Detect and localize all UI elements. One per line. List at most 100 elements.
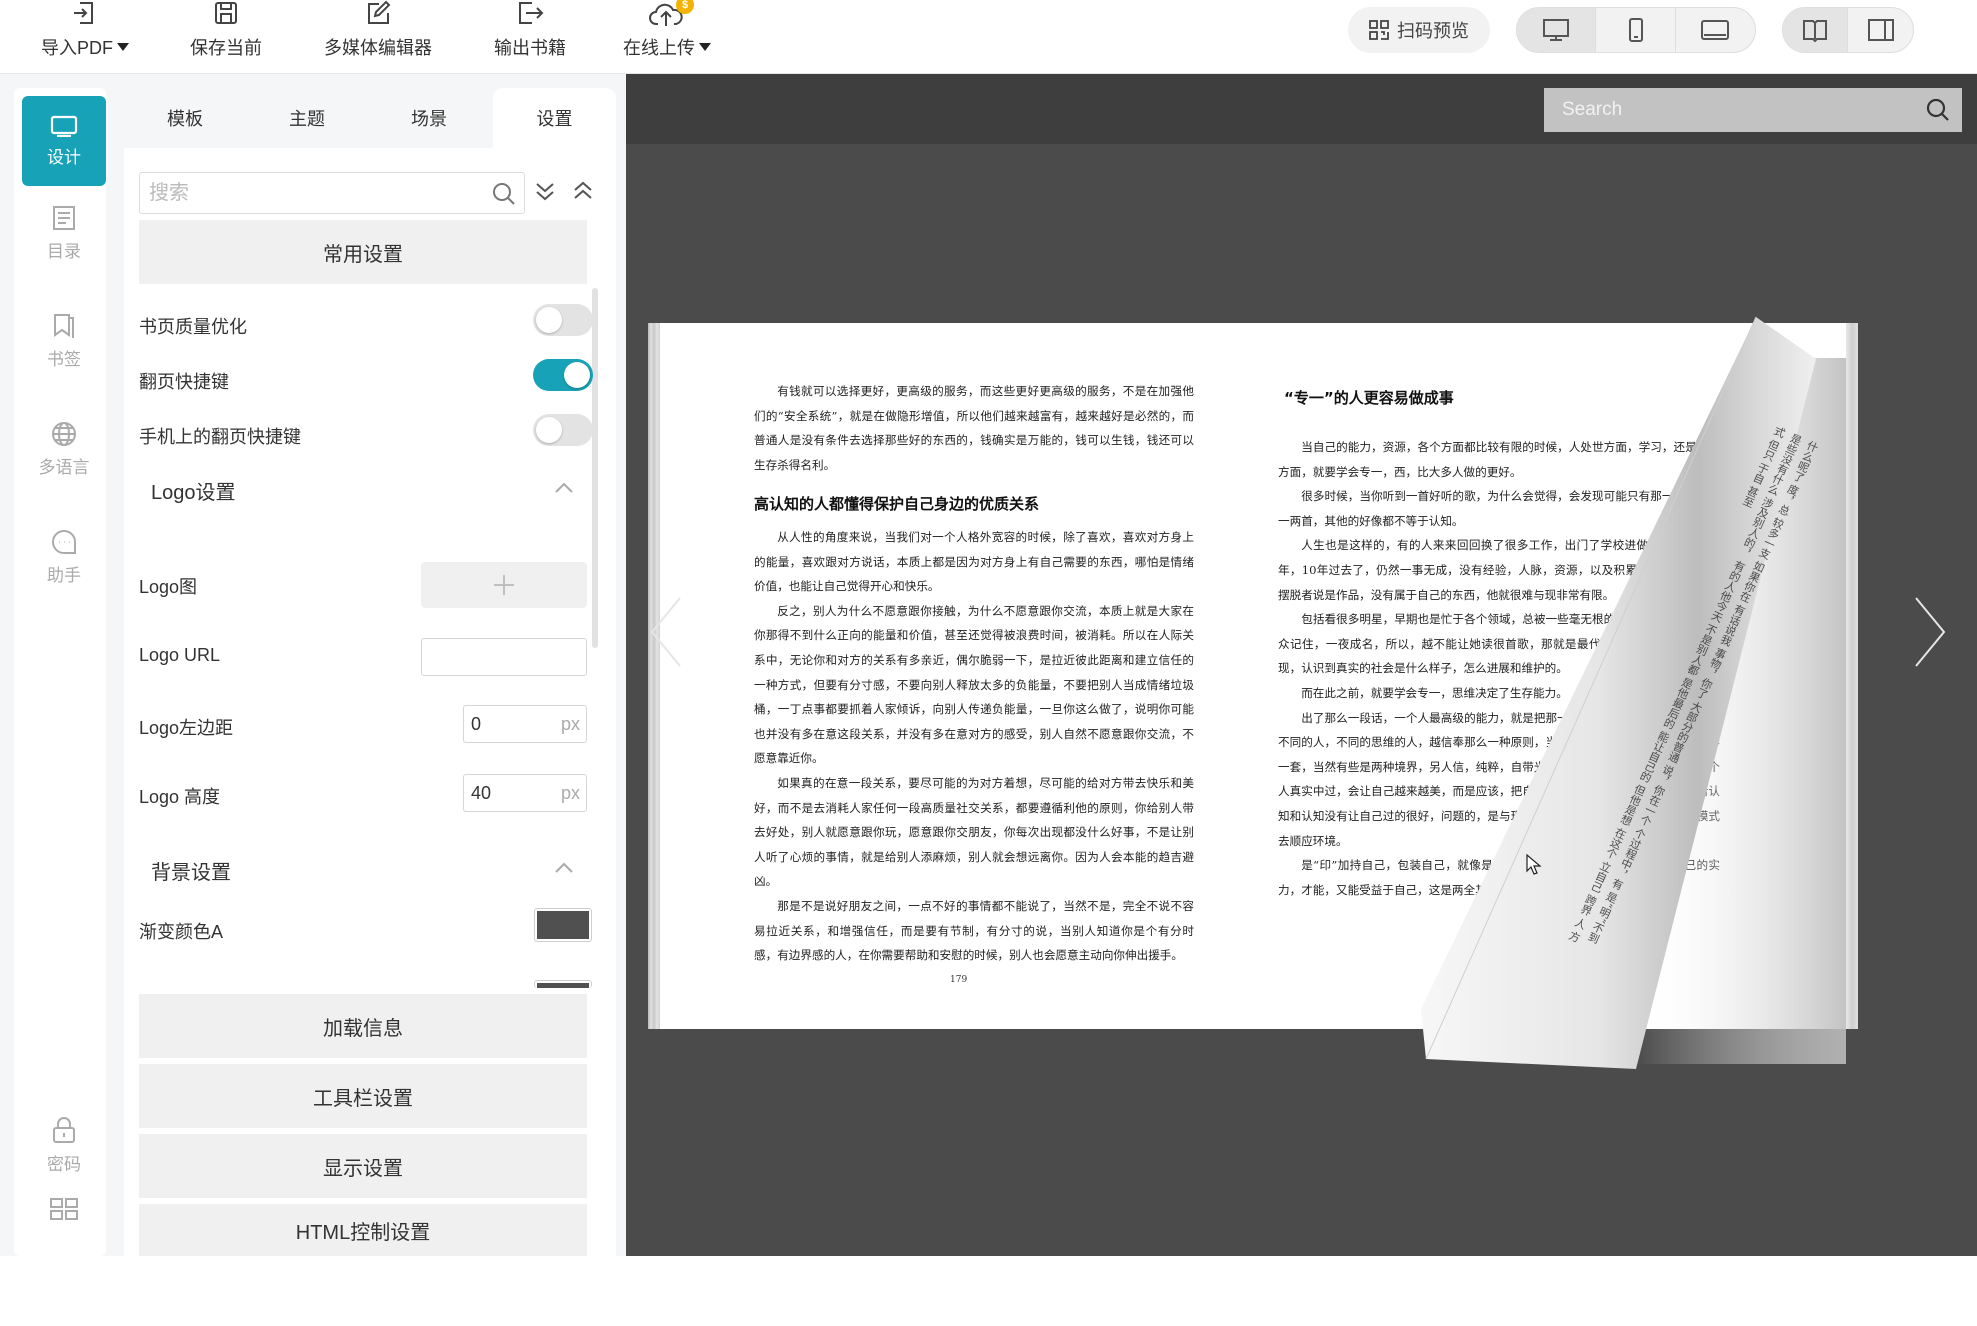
mouse-cursor-icon xyxy=(1526,854,1542,875)
double-page-button[interactable] xyxy=(1783,8,1848,52)
import-pdf-label: 导入PDF xyxy=(41,38,113,58)
bookmark-icon xyxy=(54,313,74,338)
nav-item-password[interactable]: 密码 xyxy=(22,1100,106,1190)
display-settings-button[interactable]: 显示设置 xyxy=(139,1134,587,1198)
nav-item-design[interactable]: 设计 xyxy=(22,96,106,186)
import-pdf-button[interactable]: 导入PDF xyxy=(38,0,132,74)
gradient-a-swatch[interactable] xyxy=(534,908,592,942)
book-open-icon xyxy=(1803,20,1827,43)
multimedia-editor-label: 多媒体编辑器 xyxy=(324,38,432,58)
search-icon[interactable] xyxy=(1926,98,1950,122)
settings-tabs: 模板 主题 场景 设置 xyxy=(124,88,616,148)
save-icon xyxy=(215,2,237,24)
chevron-down-icon xyxy=(117,43,129,51)
plus-icon xyxy=(494,575,514,595)
page-quality-label: 书页质量优化 xyxy=(139,317,247,337)
export-book-label: 输出书籍 xyxy=(494,38,566,58)
nav-item-label: 书签 xyxy=(47,349,81,369)
gradient-a-label: 渐变颜色A xyxy=(139,922,224,942)
grid-icon xyxy=(50,1198,78,1220)
left-page-edges xyxy=(648,323,660,1029)
logo-height-label: Logo 高度 xyxy=(139,787,221,807)
logo-height-input[interactable]: 40 px xyxy=(463,774,587,812)
chat-icon xyxy=(52,529,76,554)
chevron-up-icon[interactable] xyxy=(554,482,574,494)
prev-page-arrow[interactable] xyxy=(648,596,684,668)
gradient-a-color xyxy=(537,911,589,939)
book-preview: 有钱就可以选择更好，更高级的服务，而这些更好更高级的服务，不是在加强他们的“安全… xyxy=(626,74,1977,1256)
next-page-arrow[interactable] xyxy=(1912,596,1948,668)
single-page-icon xyxy=(1867,19,1894,41)
phone-icon xyxy=(1628,18,1643,42)
export-book-button[interactable]: 输出书籍 xyxy=(490,0,570,74)
page-quality-toggle[interactable] xyxy=(533,304,593,336)
nav-item-more[interactable] xyxy=(22,1182,106,1242)
save-current-label: 保存当前 xyxy=(190,38,262,58)
desktop-icon xyxy=(1543,19,1570,41)
unit-label: px xyxy=(560,713,580,734)
scan-preview-label: 扫码预览 xyxy=(1397,21,1469,41)
book-stage: 有钱就可以选择更好，更高级的服务，而这些更好更高级的服务，不是在加强他们的“安全… xyxy=(626,144,1977,1256)
single-page-button[interactable] xyxy=(1848,8,1913,52)
left-body: 从人性的角度来说，当我们对一个人格外宽容的时候，除了喜欢，喜欢对方身上的能量，喜… xyxy=(754,530,1194,963)
collapse-all-icon[interactable] xyxy=(572,180,594,202)
page-number: 179 xyxy=(950,975,968,985)
nav-item-assistant[interactable]: 助手 xyxy=(22,512,106,602)
nav-item-languages[interactable]: 多语言 xyxy=(22,404,106,494)
html-control-settings-button[interactable]: HTML控制设置 xyxy=(139,1204,587,1256)
flip-shortcut-toggle[interactable] xyxy=(533,359,593,391)
right-page-edges xyxy=(1846,323,1858,1029)
nav-item-bookmarks[interactable]: 书签 xyxy=(22,296,106,386)
logo-height-value: 40 xyxy=(471,782,492,803)
export-icon xyxy=(519,2,544,24)
upload-online-label: 在线上传 xyxy=(623,38,695,58)
chevron-down-icon xyxy=(699,43,711,51)
tab-template[interactable]: 模板 xyxy=(124,88,246,148)
tab-scene[interactable]: 场景 xyxy=(368,88,490,148)
device-switcher xyxy=(1516,7,1756,53)
nav-item-contents[interactable]: 目录 xyxy=(22,188,106,278)
gradient-b-color xyxy=(537,983,589,988)
search-icon[interactable] xyxy=(492,182,516,206)
tab-theme[interactable]: 主题 xyxy=(246,88,368,148)
logo-section-title[interactable]: Logo设置 xyxy=(151,476,236,505)
upload-online-button[interactable]: $ 在线上传 xyxy=(620,0,714,74)
background-section-title[interactable]: 背景设置 xyxy=(151,856,231,885)
toolbar-settings-button[interactable]: 工具栏设置 xyxy=(139,1064,587,1128)
save-current-button[interactable]: 保存当前 xyxy=(186,0,266,74)
scan-preview-button[interactable]: 扫码预览 xyxy=(1348,7,1490,53)
flip-shortcut-label: 翻页快捷键 xyxy=(139,372,229,392)
gradient-b-swatch[interactable] xyxy=(534,980,592,988)
expand-all-icon[interactable] xyxy=(534,180,556,202)
logo-image-label: Logo图 xyxy=(139,577,198,597)
loading-info-button[interactable]: 加载信息 xyxy=(139,994,587,1058)
multimedia-editor-button[interactable]: 多媒体编辑器 xyxy=(320,0,436,74)
logo-upload-button[interactable] xyxy=(421,562,587,608)
nav-item-label: 目录 xyxy=(47,241,81,261)
left-heading: 高认知的人都懂得保护自己身边的优质关系 xyxy=(754,495,1040,513)
logo-left-input[interactable]: 0 px xyxy=(463,705,587,743)
qr-code-icon xyxy=(1369,20,1389,40)
toggle-knob xyxy=(564,362,590,388)
chevron-up-icon[interactable] xyxy=(554,862,574,874)
cloud-upload-icon: $ xyxy=(648,0,694,30)
coin-badge: $ xyxy=(676,0,694,14)
phone-view-button[interactable] xyxy=(1596,8,1676,52)
logo-left-value: 0 xyxy=(471,713,482,734)
preview-search-input[interactable] xyxy=(1544,88,1904,132)
monitor-icon xyxy=(50,115,78,137)
settings-panel: 模板 主题 场景 设置 常用设置 书页质量优化 翻页快捷键 手机上的翻页快捷键 … xyxy=(118,74,626,1256)
mobile-flip-shortcut-toggle[interactable] xyxy=(533,414,593,446)
desktop-view-button[interactable] xyxy=(1517,8,1597,52)
left-page[interactable]: 有钱就可以选择更好，更高级的服务，而这些更好更高级的服务，不是在加强他们的“安全… xyxy=(660,323,1252,1029)
contents-icon xyxy=(53,205,75,230)
logo-url-input[interactable] xyxy=(421,638,587,676)
mobile-flip-shortcut-label: 手机上的翻页快捷键 xyxy=(139,427,301,447)
logo-url-label: Logo URL xyxy=(139,645,221,665)
common-settings-button[interactable]: 常用设置 xyxy=(139,220,587,284)
settings-scrollbar[interactable] xyxy=(592,288,598,648)
settings-search-input[interactable] xyxy=(140,173,460,213)
nav-item-label: 设计 xyxy=(47,147,81,167)
tab-settings[interactable]: 设置 xyxy=(493,88,616,148)
tablet-view-button[interactable] xyxy=(1676,8,1755,52)
